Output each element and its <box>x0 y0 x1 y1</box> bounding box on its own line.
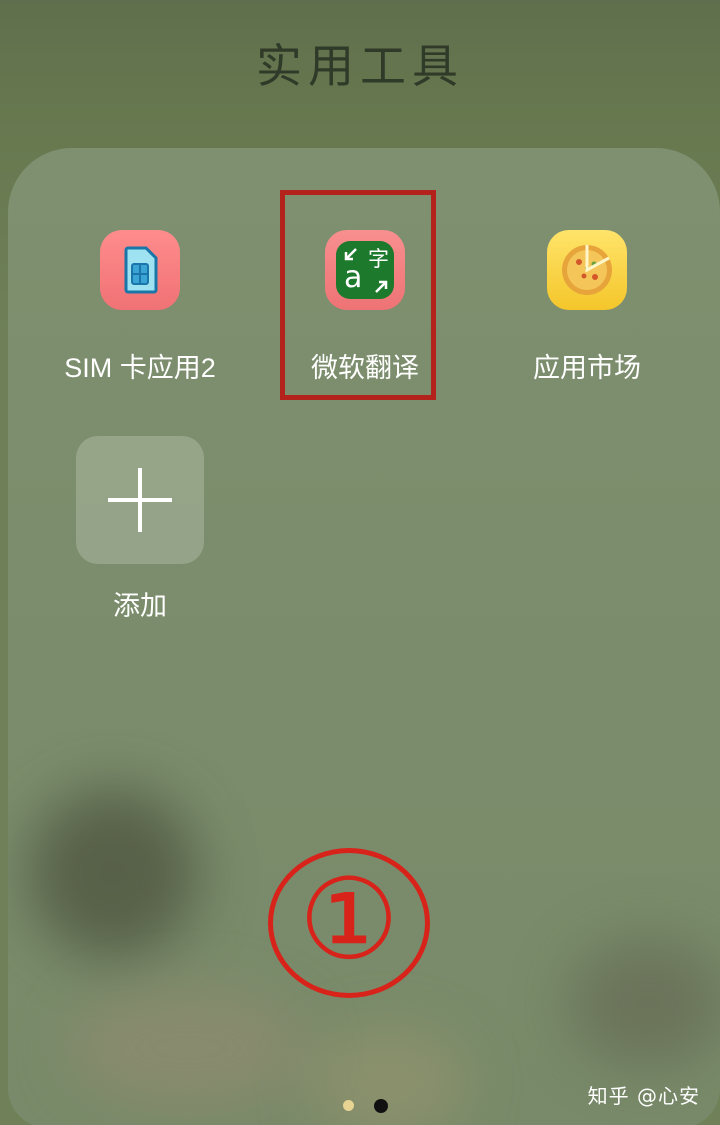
app-store[interactable]: 应用市场 <box>472 230 702 385</box>
folder-title: 实用工具 <box>256 39 464 93</box>
app-store-icon[interactable] <box>547 230 627 310</box>
add-app-button[interactable]: 添加 <box>25 436 255 623</box>
plus-icon[interactable] <box>76 436 204 564</box>
step-annotation: ① <box>268 848 430 998</box>
app-label: SIM 卡应用2 <box>64 353 216 383</box>
highlight-box <box>280 190 436 400</box>
blurred-background-blob <box>308 1028 468 1125</box>
step-number: ① <box>298 855 400 985</box>
blurred-background-blob <box>568 938 720 1068</box>
add-label: 添加 <box>113 591 167 621</box>
blurred-background-blob <box>28 788 198 958</box>
blurred-background-blob <box>68 988 308 1108</box>
page-dot-active[interactable] <box>374 1099 388 1113</box>
app-sim-card[interactable]: SIM 卡应用2 <box>25 230 255 385</box>
page-indicator[interactable] <box>343 1099 388 1113</box>
app-label: 应用市场 <box>533 353 641 383</box>
sim-card-icon[interactable] <box>100 230 180 310</box>
watermark: 知乎 @心安 <box>587 1084 700 1108</box>
page-dot-inactive[interactable] <box>343 1100 354 1111</box>
